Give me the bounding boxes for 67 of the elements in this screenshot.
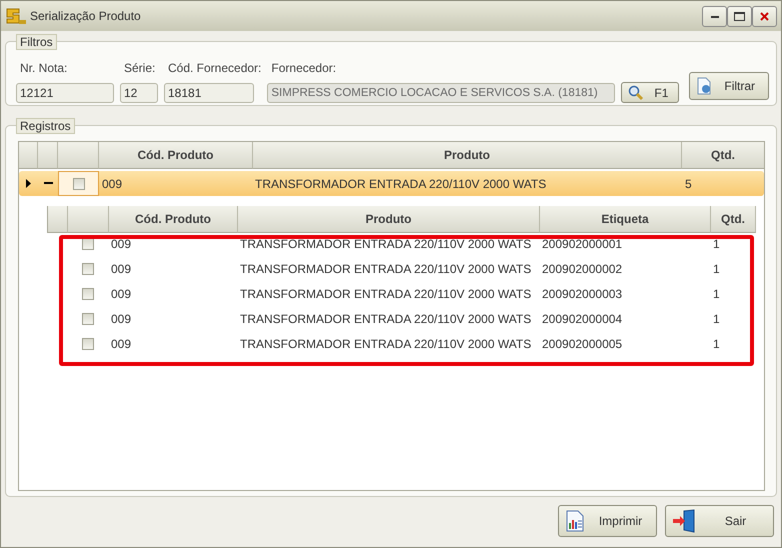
maximize-icon xyxy=(734,12,745,20)
column-header[interactable]: Qtd. xyxy=(682,142,764,169)
column-header[interactable]: Etiqueta xyxy=(540,206,711,233)
checkbox[interactable] xyxy=(82,312,94,324)
table-cell-text: 1 xyxy=(712,260,721,278)
group-label: Filtros xyxy=(16,34,57,50)
minimize-icon xyxy=(710,14,718,18)
checkbox[interactable] xyxy=(82,338,94,350)
column-header[interactable] xyxy=(38,142,58,169)
column-header[interactable]: Qtd. xyxy=(711,206,756,233)
table-cell-text: 009 xyxy=(101,176,124,192)
input-field[interactable]: 18181 xyxy=(164,83,254,103)
checkbox[interactable] xyxy=(72,178,84,190)
column-header[interactable]: Produto xyxy=(238,206,540,233)
field-label: Nr. Nota: xyxy=(19,60,68,77)
table-cell-text: 200902000003 xyxy=(541,286,624,302)
print-button[interactable]: Imprimir xyxy=(558,505,657,537)
table-row[interactable]: 009 TRANSFORMADOR ENTRADA 220/110V 2000 WATS 5 xyxy=(19,171,764,196)
table-cell-text: 009 xyxy=(110,260,132,278)
document-icon xyxy=(696,77,712,95)
column-header[interactable] xyxy=(68,206,109,233)
input-field[interactable]: 12121 xyxy=(16,83,114,103)
column-header[interactable]: Cód. Produto xyxy=(109,206,238,233)
table-cell-text: 5 xyxy=(684,176,693,192)
lookup-button[interactable]: F1 xyxy=(621,82,680,103)
table-cell-text: 1 xyxy=(712,286,721,302)
minimize-button[interactable] xyxy=(702,6,727,26)
field-label: Cód. Fornecedor: xyxy=(167,60,262,77)
table-cell-text: 200902000005 xyxy=(541,336,624,352)
table-cell-text: 200902000001 xyxy=(541,236,624,252)
table-cell-text: 009 xyxy=(110,236,132,252)
table-cell-text: 009 xyxy=(110,336,132,352)
field-label: Fornecedor: xyxy=(270,60,338,77)
table-cell-text: TRANSFORMADOR ENTRADA 220/110V 2000 WATS xyxy=(239,236,532,252)
table-cell-text: 200902000002 xyxy=(541,260,624,278)
window-title: Serialização Produto xyxy=(30,8,141,25)
column-header[interactable]: Cód. Produto xyxy=(99,142,253,169)
table-cell-text: 1 xyxy=(712,310,721,328)
collapse-icon[interactable] xyxy=(44,182,52,185)
table-cell-text: TRANSFORMADOR ENTRADA 220/110V 2000 WATS xyxy=(239,310,532,328)
field-label: Série: xyxy=(123,60,156,77)
exit-button[interactable]: Sair xyxy=(665,505,774,537)
table-cell-text: 1 xyxy=(712,336,721,352)
checkbox[interactable] xyxy=(82,262,94,274)
app-icon xyxy=(5,6,27,26)
filter-button[interactable]: Filtrar xyxy=(689,72,770,100)
checkbox[interactable] xyxy=(82,288,94,300)
search-icon xyxy=(628,84,644,100)
input-field[interactable]: 12 xyxy=(120,83,158,103)
maximize-button[interactable] xyxy=(727,6,752,26)
table-cell-text: 009 xyxy=(110,310,132,328)
table-cell-text: 200902000004 xyxy=(541,310,624,328)
table-cell-text: TRANSFORMADOR ENTRADA 220/110V 2000 WATS xyxy=(239,286,532,302)
report-icon xyxy=(565,510,585,532)
column-header[interactable]: Produto xyxy=(253,142,682,169)
table-cell-text: TRANSFORMADOR ENTRADA 220/110V 2000 WATS xyxy=(239,260,532,278)
close-icon xyxy=(760,12,769,20)
table-cell-text: 1 xyxy=(712,236,721,252)
table-cell-text: 009 xyxy=(110,286,132,302)
table-cell-text: TRANSFORMADOR ENTRADA 220/110V 2000 WATS xyxy=(239,336,532,352)
column-header[interactable] xyxy=(19,142,38,169)
close-button[interactable] xyxy=(752,6,777,26)
column-header[interactable] xyxy=(58,142,99,169)
group-label: Registros xyxy=(16,118,75,134)
table-cell-text: TRANSFORMADOR ENTRADA 220/110V 2000 WATS xyxy=(254,176,548,192)
column-header[interactable] xyxy=(48,206,68,233)
row-pointer-icon xyxy=(26,179,31,188)
